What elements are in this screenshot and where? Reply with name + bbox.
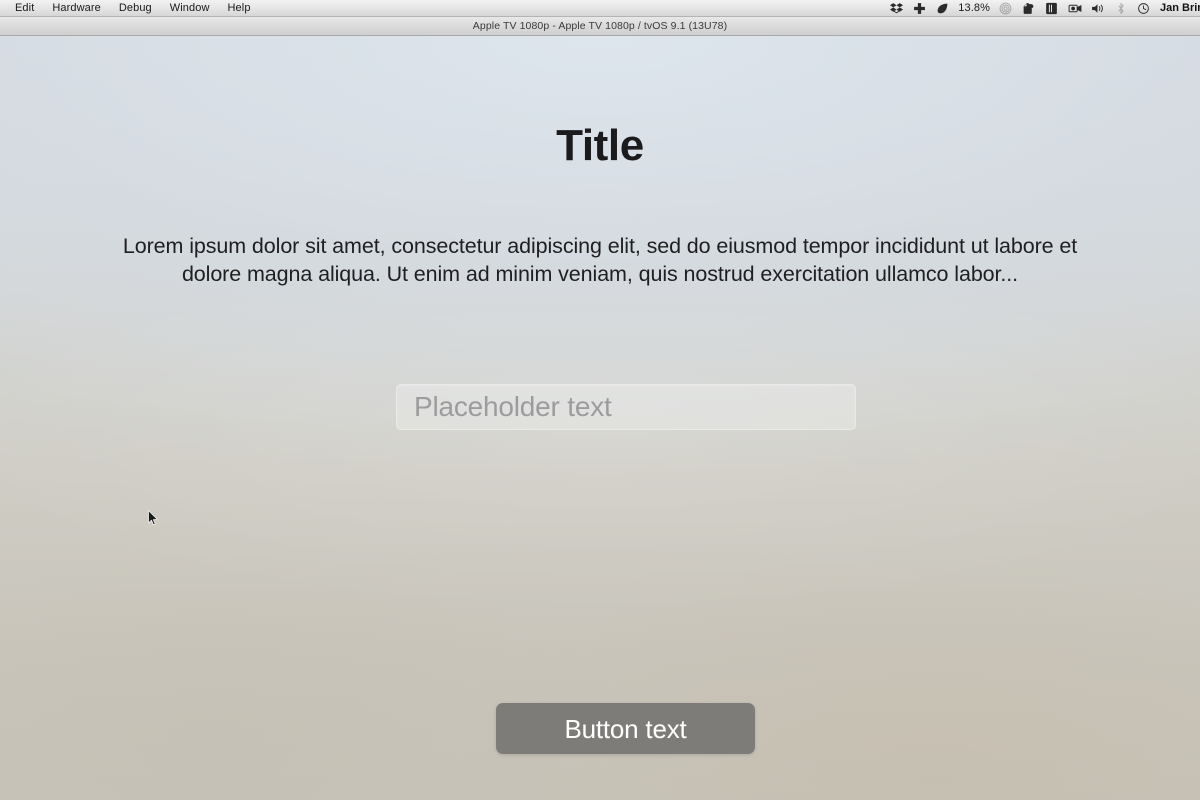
menu-item-window[interactable]: Window [161,0,219,16]
window-title-bar: Apple TV 1080p - Apple TV 1080p / tvOS 9… [0,17,1200,36]
bluetooth-icon[interactable] [1114,1,1128,15]
volume-icon[interactable] [1091,1,1105,15]
window-title: Apple TV 1080p - Apple TV 1080p / tvOS 9… [472,20,728,32]
leaf-icon[interactable] [935,1,949,15]
time-machine-icon[interactable] [1137,1,1151,15]
simulator-window: Edit Hardware Debug Window Help 13.8% Ja… [0,0,1200,800]
tvos-screen: Title Lorem ipsum dolor sit amet, consec… [0,36,1200,800]
menu-bar-items: Edit Hardware Debug Window Help [0,0,260,16]
menu-item-hardware[interactable]: Hardware [43,0,110,16]
fingerprint-icon[interactable] [999,1,1013,15]
screen-record-icon[interactable] [1068,1,1082,15]
menu-bar-user-name[interactable]: Jan Brin [1160,2,1200,14]
menu-item-help[interactable]: Help [219,0,260,16]
text-input-field[interactable]: Placeholder text [396,384,856,430]
macos-menu-bar: Edit Hardware Debug Window Help 13.8% Ja… [0,0,1200,17]
page-title: Title [556,121,644,170]
primary-button-label: Button text [564,713,687,744]
evernote-icon[interactable] [1022,1,1036,15]
menu-bar-status-area: 13.8% Jan Brin [889,1,1200,15]
notes-icon[interactable] [1045,1,1059,15]
body-paragraph: Lorem ipsum dolor sit amet, consectetur … [122,234,1078,286]
dropbox-icon[interactable] [889,1,903,15]
text-input-placeholder: Placeholder text [414,391,612,422]
battery-percent[interactable]: 13.8% [958,2,990,14]
medical-cross-icon[interactable] [912,1,926,15]
menu-item-edit[interactable]: Edit [6,0,43,16]
primary-button[interactable]: Button text [496,703,755,754]
menu-item-debug[interactable]: Debug [110,0,161,16]
onscreen-keyboard: SPACE abcdefghijklmnopqrstuvwxyz 1234567… [0,441,1200,631]
